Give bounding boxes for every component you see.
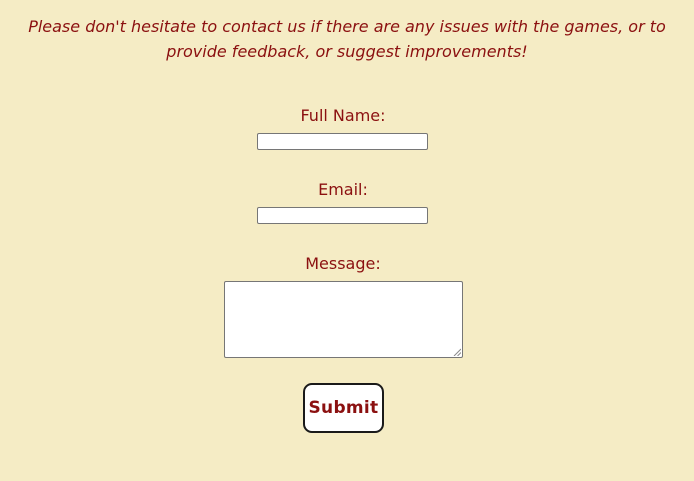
contact-intro-text: Please don't hesitate to contact us if t… (28, 17, 666, 61)
full-name-label: Full Name: (300, 106, 386, 125)
resize-grip-icon[interactable] (453, 348, 461, 356)
full-name-input[interactable] (257, 133, 428, 150)
message-textarea[interactable] (224, 281, 463, 358)
email-input[interactable] (257, 207, 428, 224)
email-label: Email: (318, 180, 368, 199)
submit-button[interactable]: Submit (303, 383, 384, 433)
message-label: Message: (305, 254, 381, 273)
